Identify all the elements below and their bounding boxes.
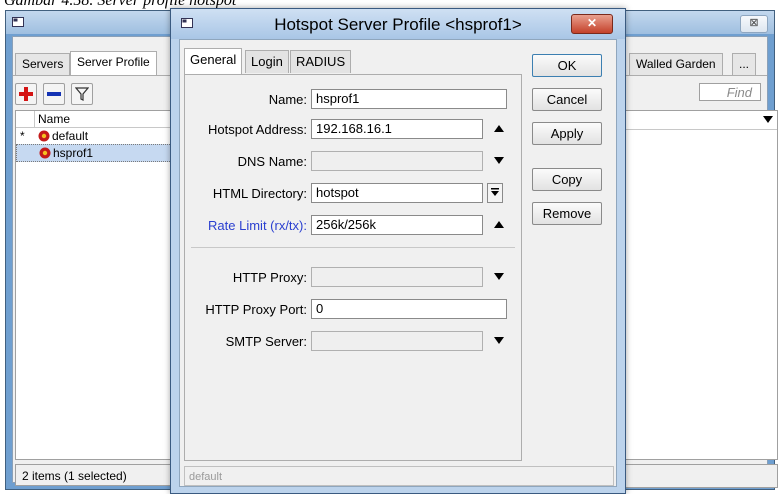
hotspot-address-field[interactable]: 192.168.16.1 [311, 119, 483, 139]
plus-icon [19, 87, 33, 101]
smtp-server-field[interactable] [311, 331, 483, 351]
name-field[interactable]: hsprof1 [311, 89, 507, 109]
name-label: Name: [268, 92, 307, 107]
tab-radius[interactable]: RADIUS [290, 50, 352, 73]
http-proxy-row: HTTP Proxy: [185, 267, 521, 287]
profile-icon [38, 130, 50, 142]
dialog-titlebar: Hotspot Server Profile <hsprof1> ✕ [171, 9, 625, 39]
http-proxy-field[interactable] [311, 267, 483, 287]
smtp-server-label: SMTP Server: [225, 334, 307, 349]
dns-name-row: DNS Name: [185, 151, 521, 171]
add-button[interactable] [15, 83, 37, 105]
hotspot-address-row: Hotspot Address: 192.168.16.1 [185, 119, 521, 139]
remove-button[interactable] [43, 83, 65, 105]
copy-button[interactable]: Copy [532, 168, 602, 191]
http-proxy-label: HTTP Proxy: [232, 270, 307, 285]
dialog-status-bar: default [184, 466, 614, 486]
window-icon [12, 17, 24, 27]
profile-list[interactable]: Name * default hsprof1 [15, 110, 185, 460]
find-input[interactable]: Find [699, 83, 761, 101]
list-right-header [623, 111, 777, 130]
expand-arrow-icon[interactable] [494, 337, 504, 344]
dns-name-field[interactable] [311, 151, 483, 171]
hotspot-server-profile-dialog: Hotspot Server Profile <hsprof1> ✕ Gener… [170, 8, 626, 494]
rate-limit-label: Rate Limit (rx/tx): [208, 218, 307, 233]
divider [191, 247, 515, 248]
status-bar-right [622, 464, 778, 488]
name-row: Name: hsprof1 [185, 89, 521, 109]
chevron-down-icon[interactable] [763, 116, 773, 123]
minus-icon [47, 92, 61, 96]
http-proxy-port-label: HTTP Proxy Port: [205, 302, 307, 317]
expand-arrow-icon[interactable] [494, 273, 504, 280]
tab-more[interactable]: ... [732, 53, 757, 75]
tab-servers[interactable]: Servers [15, 53, 71, 75]
dropdown-icon [491, 188, 499, 196]
collapse-arrow-icon[interactable] [494, 125, 504, 132]
collapse-arrow-icon[interactable] [494, 221, 504, 228]
list-item-name: hsprof1 [53, 146, 94, 160]
tab-server-profiles[interactable]: Server Profile [70, 51, 157, 75]
list-item[interactable]: * default [16, 128, 184, 144]
expand-arrow-icon[interactable] [494, 157, 504, 164]
default-marker: * [20, 129, 25, 143]
general-panel: Name: hsprof1 Hotspot Address: 192.168.1… [184, 74, 522, 461]
http-proxy-port-field[interactable]: 0 [311, 299, 507, 319]
dialog-title: Hotspot Server Profile <hsprof1> [274, 15, 522, 34]
close-button[interactable]: ⊠ [740, 15, 768, 33]
list-right-area [622, 110, 778, 460]
close-button[interactable]: ✕ [571, 14, 613, 34]
filter-button[interactable] [71, 83, 93, 105]
remove-profile-button[interactable]: Remove [532, 202, 602, 225]
hotspot-address-label: Hotspot Address: [208, 122, 307, 137]
rate-limit-field[interactable]: 256k/256k [311, 215, 483, 235]
ok-button[interactable]: OK [532, 54, 602, 77]
html-directory-row: HTML Directory: hotspot [185, 183, 521, 203]
rate-limit-row: Rate Limit (rx/tx): 256k/256k [185, 215, 521, 235]
status-bar: 2 items (1 selected) [15, 464, 183, 486]
html-directory-field[interactable]: hotspot [311, 183, 483, 203]
list-item-selected[interactable]: hsprof1 [16, 144, 184, 162]
column-divider [34, 111, 35, 127]
tab-login[interactable]: Login [245, 50, 289, 73]
html-directory-dropdown-button[interactable] [487, 183, 503, 203]
list-item-name: default [52, 129, 89, 143]
right-tab-strip: Walled Garden ... [629, 53, 757, 75]
tab-general[interactable]: General [184, 48, 243, 74]
apply-button[interactable]: Apply [532, 122, 602, 145]
tab-walled-garden[interactable]: Walled Garden [629, 53, 723, 75]
dialog-body: General Login RADIUS Name: hsprof1 Hotsp… [179, 39, 617, 487]
list-header: Name [16, 111, 184, 128]
dns-name-label: DNS Name: [237, 154, 307, 169]
profile-icon [39, 147, 51, 159]
smtp-server-row: SMTP Server: [185, 331, 521, 351]
column-name-header[interactable]: Name [38, 112, 70, 126]
html-directory-label: HTML Directory: [212, 186, 307, 201]
filter-icon [75, 87, 89, 101]
http-proxy-port-row: HTTP Proxy Port: 0 [185, 299, 521, 319]
cancel-button[interactable]: Cancel [532, 88, 602, 111]
